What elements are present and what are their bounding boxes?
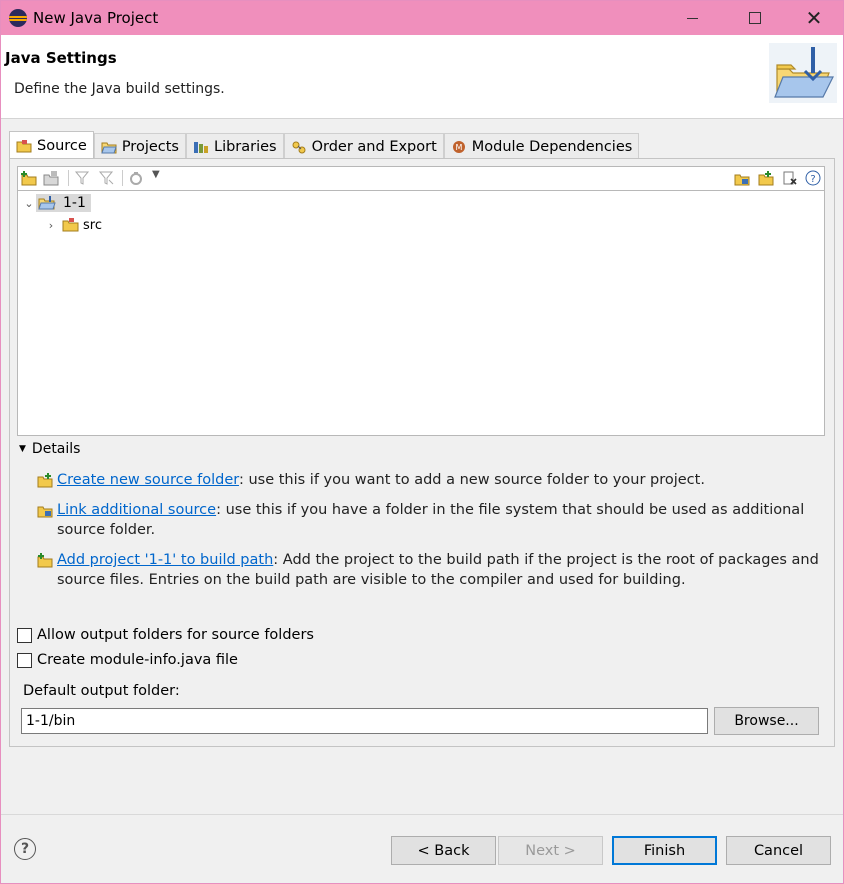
add-project-icon bbox=[37, 553, 53, 568]
source-toolbar: ▼ ? bbox=[17, 166, 825, 190]
tree-item-src[interactable]: › src bbox=[44, 214, 105, 236]
tab-projects[interactable]: Projects bbox=[93, 133, 186, 159]
new-folder-icon[interactable] bbox=[758, 170, 774, 186]
source-folder-icon bbox=[62, 218, 79, 232]
module-icon: M bbox=[452, 140, 465, 153]
page-description: Define the Java build settings. bbox=[14, 81, 225, 97]
tab-libraries[interactable]: Libraries bbox=[185, 133, 284, 159]
minimize-button[interactable] bbox=[669, 1, 715, 35]
folder-name: src bbox=[83, 217, 102, 233]
next-button[interactable]: Next > bbox=[498, 836, 603, 865]
source-tree: ⌄ 1-1 › src bbox=[17, 190, 825, 436]
back-button[interactable]: < Back bbox=[391, 836, 496, 865]
allow-output-folders-checkbox[interactable] bbox=[17, 627, 32, 643]
footer-divider bbox=[1, 814, 843, 815]
libraries-icon bbox=[193, 141, 208, 153]
tab-label: Module Dependencies bbox=[471, 138, 633, 155]
detail-add-project: Add project '1-1' to build path: Add the… bbox=[37, 550, 827, 590]
allow-output-folders-label: Allow output folders for source folders bbox=[37, 627, 314, 643]
expanded-chevron-icon[interactable]: ⌄ bbox=[22, 197, 36, 210]
project-name: 1-1 bbox=[63, 195, 86, 211]
tab-source[interactable]: Source bbox=[9, 131, 94, 159]
close-icon: ✕ bbox=[805, 6, 823, 30]
finish-button[interactable]: Finish bbox=[612, 836, 717, 865]
toolbar-separator bbox=[68, 170, 69, 186]
close-button[interactable]: ✕ bbox=[791, 1, 837, 35]
create-module-info-checkbox[interactable] bbox=[17, 652, 32, 668]
title-bar: New Java Project ✕ bbox=[1, 1, 843, 35]
inclusion-filter-icon[interactable] bbox=[74, 170, 90, 186]
details-toggle[interactable]: ▼ Details bbox=[19, 441, 80, 457]
tab-order-and-export[interactable]: Order and Export bbox=[283, 133, 444, 159]
help-button[interactable]: ? bbox=[14, 838, 36, 860]
remove-icon[interactable] bbox=[782, 170, 798, 186]
project-label-wrap: 1-1 bbox=[36, 194, 91, 212]
eclipse-icon bbox=[9, 9, 27, 27]
source-folder-icon bbox=[16, 139, 32, 152]
detail-link-additional-source: Link additional source: use this if you … bbox=[37, 500, 827, 540]
wizard-header: Java Settings Define the Java build sett… bbox=[1, 35, 843, 119]
add-project-link[interactable]: Add project '1-1' to build path bbox=[57, 552, 273, 568]
dropdown-arrow-icon[interactable]: ▼ bbox=[152, 169, 160, 180]
tab-bar: Source Projects Libraries Order and Expo… bbox=[9, 131, 640, 159]
maximize-icon bbox=[749, 12, 761, 24]
allow-output-folders-option[interactable]: Allow output folders for source folders bbox=[17, 627, 314, 643]
caret-down-icon: ▼ bbox=[19, 444, 26, 454]
details-label: Details bbox=[31, 441, 81, 457]
java-project-banner-icon bbox=[769, 43, 837, 103]
tab-label: Source bbox=[37, 137, 87, 154]
browse-button[interactable]: Browse... bbox=[714, 707, 819, 735]
order-export-icon bbox=[292, 141, 306, 153]
collapsed-chevron-icon[interactable]: › bbox=[44, 219, 58, 232]
add-source-folder-icon[interactable] bbox=[21, 170, 37, 186]
create-module-info-option[interactable]: Create module-info.java file bbox=[17, 652, 238, 668]
project-folder-icon bbox=[38, 196, 56, 210]
window-title: New Java Project bbox=[33, 9, 159, 27]
page-title: Java Settings bbox=[5, 49, 117, 67]
minimize-icon bbox=[686, 17, 698, 19]
new-java-project-window: New Java Project ✕ Java Settings Define … bbox=[0, 0, 844, 884]
new-source-folder-icon bbox=[37, 473, 53, 488]
exclusion-filter-icon[interactable] bbox=[98, 170, 114, 186]
detail-text: : use this if you want to add a new sour… bbox=[238, 472, 705, 488]
output-folder-label: Default output folder: bbox=[23, 683, 180, 699]
link-source-icon[interactable] bbox=[43, 170, 59, 186]
tree-item-project[interactable]: ⌄ 1-1 bbox=[22, 192, 91, 214]
projects-icon bbox=[101, 142, 117, 153]
create-source-folder-link[interactable]: Create new source folder bbox=[57, 472, 239, 488]
cancel-button[interactable]: Cancel bbox=[726, 836, 831, 865]
link-source-folder-icon bbox=[37, 506, 53, 518]
maximize-button[interactable] bbox=[732, 1, 778, 35]
tab-label: Libraries bbox=[213, 138, 277, 155]
configure-icon[interactable] bbox=[128, 170, 144, 186]
help-icon[interactable]: ? bbox=[805, 170, 821, 186]
svg-text:M: M bbox=[455, 143, 462, 152]
toolbar-separator bbox=[122, 170, 123, 186]
output-folder-input[interactable] bbox=[21, 708, 708, 734]
link-folder-icon[interactable] bbox=[734, 170, 750, 186]
link-additional-source-link[interactable]: Link additional source bbox=[57, 502, 216, 518]
tab-label: Projects bbox=[121, 138, 179, 155]
create-module-info-label: Create module-info.java file bbox=[37, 652, 238, 668]
tab-module-dependencies[interactable]: M Module Dependencies bbox=[443, 133, 640, 159]
svg-text:?: ? bbox=[810, 174, 815, 185]
tab-label: Order and Export bbox=[311, 138, 437, 155]
detail-create-source-folder: Create new source folder: use this if yo… bbox=[37, 470, 827, 490]
